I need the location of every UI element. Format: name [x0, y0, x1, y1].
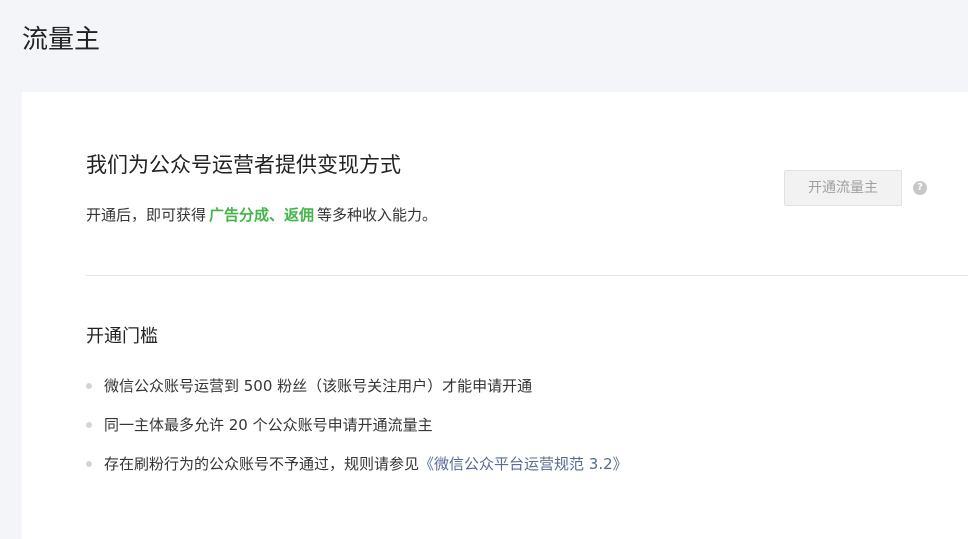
- question-mark-icon[interactable]: ?: [913, 181, 927, 195]
- bullet-dot-icon: [86, 383, 92, 389]
- operation-rules-link[interactable]: 《微信公众平台运营规范 3.2》: [419, 455, 628, 473]
- requirement-text: 存在刷粉行为的公众账号不予通过，规则请参见: [104, 455, 420, 473]
- hero-description: 开通后，即可获得 广告分成、返佣 等多种收入能力。: [86, 203, 437, 227]
- requirements-title: 开通门槛: [86, 326, 158, 347]
- hero-title: 我们为公众号运营者提供变现方式: [86, 153, 401, 177]
- open-traffic-master-button[interactable]: 开通流量主: [784, 170, 902, 206]
- bullet-dot-icon: [86, 422, 92, 428]
- requirements-list: 微信公众账号运营到 500 粉丝（该账号关注用户）才能申请开通 同一主体最多允许…: [86, 374, 628, 491]
- hero-desc-highlight: 广告分成、返佣: [209, 206, 315, 224]
- hero-desc-prefix: 开通后，即可获得: [86, 206, 207, 224]
- requirement-text: 微信公众账号运营到 500 粉丝（该账号关注用户）才能申请开通: [104, 377, 533, 395]
- page-title: 流量主: [22, 25, 101, 55]
- requirement-item: 微信公众账号运营到 500 粉丝（该账号关注用户）才能申请开通: [86, 374, 628, 413]
- divider: [86, 275, 968, 276]
- hero-desc-suffix: 等多种收入能力。: [317, 206, 438, 224]
- requirement-item: 同一主体最多允许 20 个公众账号申请开通流量主: [86, 413, 628, 452]
- requirement-item: 存在刷粉行为的公众账号不予通过，规则请参见《微信公众平台运营规范 3.2》: [86, 452, 628, 491]
- requirement-text: 同一主体最多允许 20 个公众账号申请开通流量主: [104, 416, 433, 434]
- traffic-master-card: 我们为公众号运营者提供变现方式 开通后，即可获得 广告分成、返佣 等多种收入能力。 …: [22, 92, 968, 539]
- bullet-dot-icon: [86, 461, 92, 467]
